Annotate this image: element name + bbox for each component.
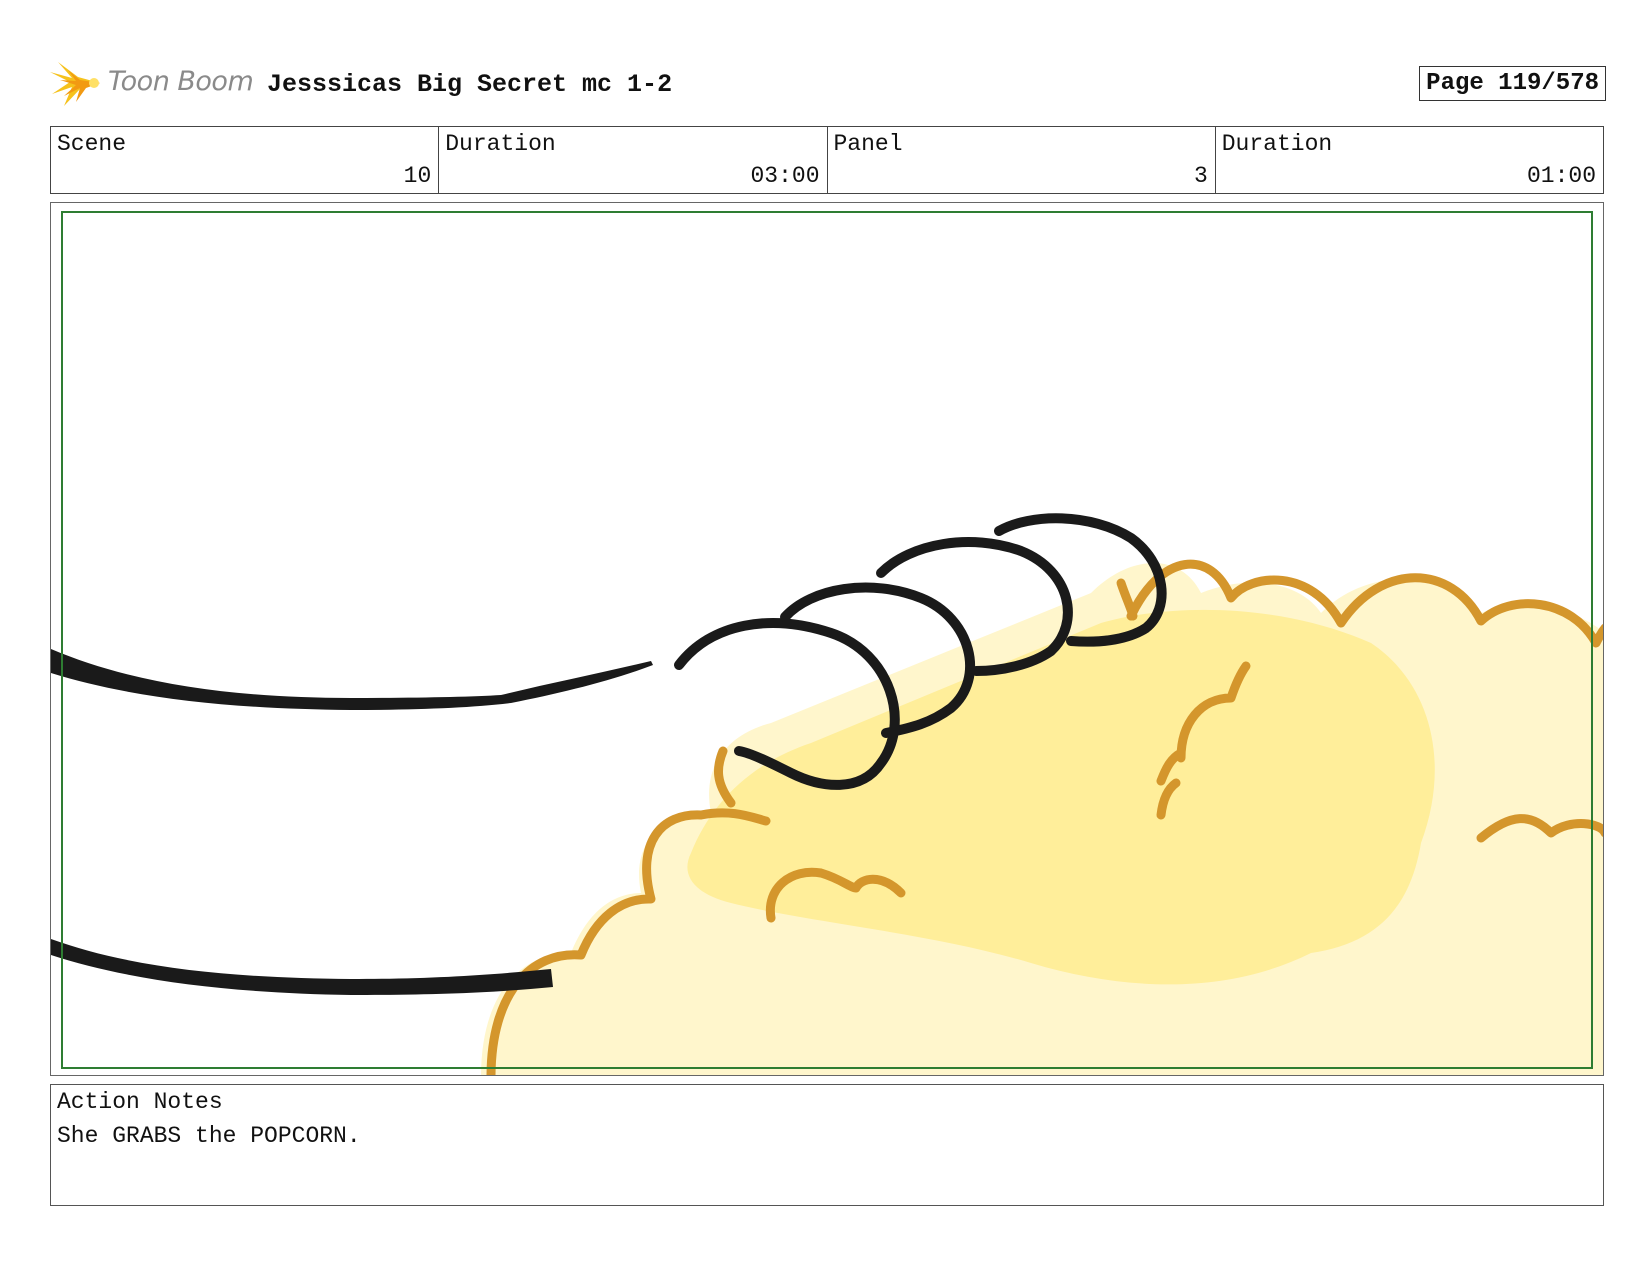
panel-drawing	[51, 513, 1603, 1075]
scene-cell: Scene 10	[51, 127, 440, 193]
arm-lower-line	[51, 939, 553, 995]
panel-value: 3	[1193, 163, 1208, 189]
action-notes-text: She GRABS the POPCORN.	[57, 1123, 361, 1149]
scene-value: 10	[403, 163, 432, 189]
scene-duration-cell: Duration 03:00	[439, 127, 828, 193]
scene-duration-label: Duration	[445, 131, 556, 157]
scene-label: Scene	[57, 131, 127, 157]
panel-label: Panel	[833, 131, 903, 157]
scene-info-table: Scene 10 Duration 03:00 Panel 3 Duration…	[50, 126, 1604, 194]
toon-boom-logo: Toon Boom	[50, 56, 254, 110]
panel-image	[50, 202, 1604, 1076]
logo-wordmark: Toon Boom	[108, 66, 254, 97]
panel-duration-label: Duration	[1221, 131, 1333, 157]
panel-duration-cell: Duration 01:00	[1216, 127, 1603, 193]
action-notes-label: Action Notes	[57, 1089, 223, 1115]
starburst-logo-icon	[50, 62, 100, 106]
page-indicator: Page 119/578	[1419, 66, 1606, 101]
arm-upper-line	[51, 649, 653, 710]
scene-duration-value: 03:00	[750, 163, 820, 189]
panel-cell: Panel 3	[828, 127, 1216, 193]
action-notes-box: Action Notes She GRABS the POPCORN.	[50, 1084, 1604, 1206]
project-title: Jesssicas Big Secret mc 1-2	[267, 70, 673, 99]
panel-duration-value: 01:00	[1526, 163, 1596, 189]
storyboard-header: Toon Boom Jesssicas Big Secret mc 1-2 Pa…	[50, 56, 1606, 110]
